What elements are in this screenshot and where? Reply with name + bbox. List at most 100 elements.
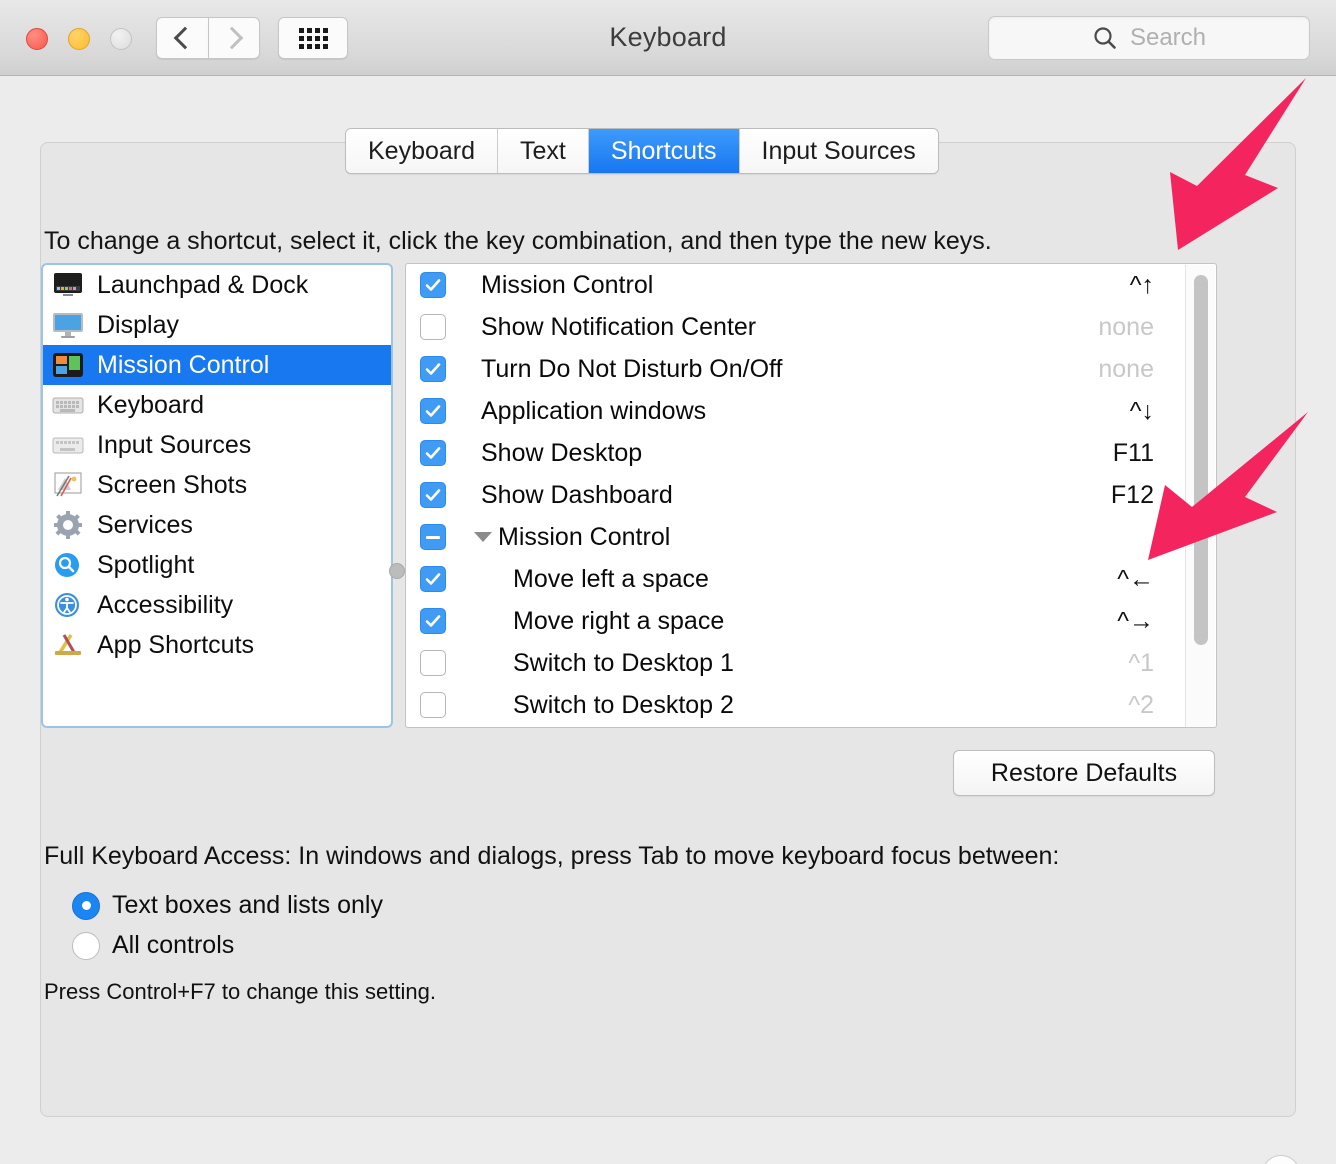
sidebar-item-label: Input Sources bbox=[97, 430, 252, 459]
shortcut-key[interactable]: ^1 bbox=[1128, 649, 1154, 678]
sidebar-item-label: Display bbox=[97, 310, 179, 339]
shortcut-key[interactable]: none bbox=[1098, 355, 1154, 384]
sidebar-item-launchpad-dock[interactable]: Launchpad & Dock bbox=[43, 265, 391, 305]
shortcut-checkbox[interactable] bbox=[420, 692, 446, 718]
tab-bar: Keyboard Text Shortcuts Input Sources bbox=[345, 128, 939, 174]
sidebar-item-spotlight[interactable]: Spotlight bbox=[43, 545, 391, 585]
sidebar-item-label: Accessibility bbox=[97, 590, 234, 619]
shortcut-row[interactable]: Move left a space ^← bbox=[406, 558, 1216, 600]
radio-label: Text boxes and lists only bbox=[112, 891, 383, 919]
sidebar-item-keyboard[interactable]: Keyboard bbox=[43, 385, 391, 425]
radio-all-controls[interactable]: All controls bbox=[72, 931, 234, 960]
shortcut-list[interactable]: Mission Control ^↑ Show Notification Cen… bbox=[405, 263, 1217, 728]
input-sources-icon bbox=[52, 437, 84, 454]
shortcut-checkbox[interactable] bbox=[420, 356, 446, 382]
radio-text-boxes-and-lists-only[interactable]: Text boxes and lists only bbox=[72, 891, 383, 920]
shortcut-row[interactable]: Switch to Desktop 2 ^2 bbox=[406, 684, 1216, 726]
tab-input-sources[interactable]: Input Sources bbox=[739, 129, 938, 173]
preferences-content: Keyboard Text Shortcuts Input Sources To… bbox=[0, 76, 1336, 1164]
window-titlebar: Keyboard Search bbox=[0, 0, 1336, 76]
checkmark-icon bbox=[425, 363, 441, 375]
shortcut-label: Show Desktop bbox=[481, 438, 643, 467]
shortcut-label: Switch to Desktop 1 bbox=[513, 648, 734, 677]
shortcut-category-list[interactable]: Launchpad & Dock Display Mission Control bbox=[41, 263, 393, 728]
shortcut-key[interactable]: ^↑ bbox=[1130, 271, 1154, 300]
accessibility-icon bbox=[55, 593, 79, 617]
radio-label: All controls bbox=[112, 931, 235, 959]
shortcut-row[interactable]: Show Dashboard F12 bbox=[406, 474, 1216, 516]
app-shortcuts-icon bbox=[55, 634, 81, 655]
shortcut-row[interactable]: Show Notification Center none bbox=[406, 306, 1216, 348]
shortcut-label: Show Dashboard bbox=[481, 480, 673, 509]
shortcut-checkbox[interactable] bbox=[420, 314, 446, 340]
spotlight-search-icon bbox=[55, 553, 79, 577]
sidebar-item-display[interactable]: Display bbox=[43, 305, 391, 345]
sidebar-item-screen-shots[interactable]: Screen Shots bbox=[43, 465, 391, 505]
shortcut-label: Application windows bbox=[481, 396, 707, 425]
keyboard-access-note: Press Control+F7 to change this setting. bbox=[44, 979, 436, 1004]
sidebar-item-label: Launchpad & Dock bbox=[97, 270, 309, 299]
mission-control-icon bbox=[53, 353, 83, 377]
shortcut-row[interactable]: Show Desktop F11 bbox=[406, 432, 1216, 474]
shortcut-key[interactable]: F11 bbox=[1113, 439, 1154, 468]
checkmark-icon bbox=[425, 405, 441, 417]
shortcut-label: Move left a space bbox=[513, 564, 709, 593]
sidebar-item-label: App Shortcuts bbox=[97, 630, 255, 659]
shortcut-list-scrollbar[interactable] bbox=[1185, 265, 1215, 727]
search-placeholder: Search bbox=[1129, 24, 1207, 51]
shortcut-row[interactable]: Switch to Desktop 1 ^1 bbox=[406, 642, 1216, 684]
radio-button-selected[interactable] bbox=[72, 891, 100, 920]
shortcut-checkbox[interactable] bbox=[420, 440, 446, 466]
shortcut-row[interactable]: Move right a space ^→ bbox=[406, 600, 1216, 642]
radio-button-unselected[interactable] bbox=[72, 931, 100, 960]
shortcut-row[interactable]: Mission Control ^↑ bbox=[406, 264, 1216, 306]
tab-text[interactable]: Text bbox=[498, 129, 589, 173]
checkmark-icon bbox=[425, 573, 441, 585]
display-icon bbox=[53, 313, 83, 338]
shortcut-label: Switch to Desktop 2 bbox=[513, 690, 734, 719]
shortcut-checkbox[interactable] bbox=[420, 650, 446, 676]
scrollbar-thumb[interactable] bbox=[1194, 275, 1208, 645]
shortcut-checkbox[interactable] bbox=[420, 398, 446, 424]
checkmark-icon bbox=[425, 489, 441, 501]
shortcut-checkbox-mixed[interactable] bbox=[420, 524, 446, 550]
tab-keyboard[interactable]: Keyboard bbox=[346, 129, 499, 173]
disclosure-triangle-icon[interactable] bbox=[474, 532, 492, 542]
shortcut-label: Show Notification Center bbox=[481, 312, 757, 341]
shortcut-checkbox[interactable] bbox=[420, 482, 446, 508]
shortcut-checkbox[interactable] bbox=[420, 608, 446, 634]
shortcut-group-label: Mission Control bbox=[498, 522, 671, 551]
shortcut-key[interactable]: ^→ bbox=[1117, 607, 1154, 636]
help-button[interactable]: ? bbox=[1262, 1155, 1300, 1164]
services-gear-icon bbox=[54, 511, 82, 539]
shortcut-row[interactable]: Application windows ^↓ bbox=[406, 390, 1216, 432]
shortcut-checkbox[interactable] bbox=[420, 272, 446, 298]
shortcut-row[interactable]: Turn Do Not Disturb On/Off none bbox=[406, 348, 1216, 390]
sidebar-item-mission-control[interactable]: Mission Control bbox=[43, 345, 391, 385]
search-icon bbox=[1094, 27, 1116, 49]
restore-defaults-button[interactable]: Restore Defaults bbox=[953, 750, 1215, 796]
shortcut-key[interactable]: ^2 bbox=[1128, 691, 1154, 720]
sidebar-item-services[interactable]: Services bbox=[43, 505, 391, 545]
sidebar-item-label: Keyboard bbox=[97, 390, 205, 419]
sidebar-item-input-sources[interactable]: Input Sources bbox=[43, 425, 391, 465]
shortcut-group-row[interactable]: Mission Control bbox=[406, 516, 1216, 558]
sidebar-item-label: Services bbox=[97, 510, 193, 539]
shortcut-key[interactable]: ^↓ bbox=[1130, 397, 1154, 426]
sidebar-item-label: Mission Control bbox=[97, 350, 270, 379]
tab-shortcuts[interactable]: Shortcuts bbox=[588, 129, 740, 173]
sidebar-item-accessibility[interactable]: Accessibility bbox=[43, 585, 391, 625]
sidebar-item-label: Spotlight bbox=[97, 550, 195, 579]
checkmark-icon bbox=[425, 279, 441, 291]
search-field[interactable]: Search bbox=[988, 16, 1310, 60]
keyboard-icon bbox=[52, 397, 84, 414]
shortcut-checkbox[interactable] bbox=[420, 566, 446, 592]
sidebar-item-app-shortcuts[interactable]: App Shortcuts bbox=[43, 625, 391, 665]
sidebar-resize-grip[interactable] bbox=[389, 563, 405, 579]
shortcut-label: Mission Control bbox=[481, 270, 654, 299]
shortcut-key[interactable]: none bbox=[1098, 313, 1154, 342]
shortcut-key[interactable]: ^← bbox=[1117, 565, 1154, 594]
shortcut-key[interactable]: F12 bbox=[1111, 481, 1154, 510]
checkmark-icon bbox=[425, 447, 441, 459]
sidebar-item-label: Screen Shots bbox=[97, 470, 248, 499]
